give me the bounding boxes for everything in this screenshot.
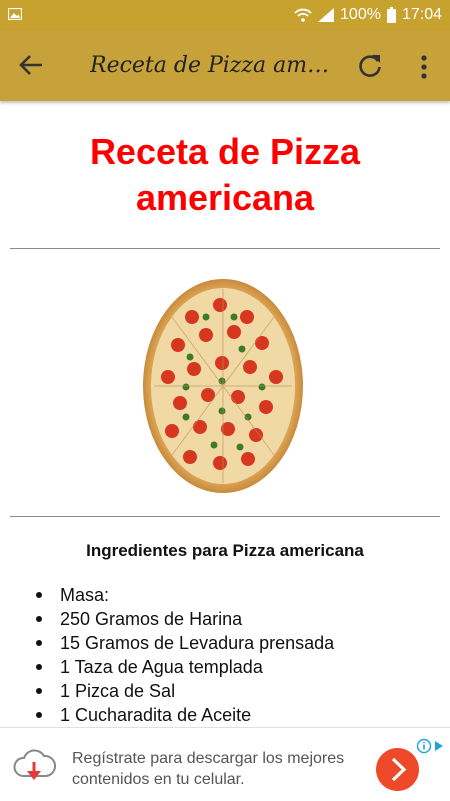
adchoices-icon[interactable] [416, 738, 446, 754]
ad-text[interactable]: Regístrate para descargar los mejores co… [72, 748, 372, 790]
list-item: 15 Gramos de Levadura prensada [36, 631, 334, 655]
wifi-icon [294, 8, 312, 22]
ad-banner[interactable]: Regístrate para descargar los mejores co… [0, 727, 450, 801]
signal-icon [318, 8, 335, 22]
recipe-content[interactable]: Receta de Pizza americana Ingredientes p… [0, 101, 450, 727]
clock: 17:04 [401, 6, 442, 23]
battery-icon [386, 7, 396, 23]
ingredients-list: Masa: 250 Gramos de Harina 15 Gramos de … [36, 583, 334, 727]
divider-top [10, 248, 440, 249]
list-item: 250 Gramos de Harina [36, 607, 334, 631]
recipe-heading: Receta de Pizza americana [89, 131, 361, 218]
refresh-icon[interactable] [356, 52, 384, 80]
cloud-download-icon [13, 749, 56, 780]
ingredients-title: Ingredientes para Pizza americana [86, 541, 364, 560]
list-item: 1 Pizca de Sal [36, 679, 334, 703]
battery-percent: 100% [340, 6, 381, 23]
list-item: 1 Taza de Agua templada [36, 655, 334, 679]
gallery-icon [8, 8, 22, 20]
list-item: Masa: [36, 583, 334, 607]
app-bar-title: Receta de Pizza americana [90, 53, 330, 78]
pizza-image [142, 277, 304, 495]
app-bar: Receta de Pizza americana [0, 30, 450, 101]
chevron-right-icon[interactable] [376, 748, 419, 791]
status-indicators: 100% 17:04 [294, 4, 442, 26]
divider-bottom [10, 516, 440, 517]
more-vert-icon[interactable] [413, 53, 435, 81]
list-item: 1 Cucharadita de Aceite [36, 703, 334, 727]
back-arrow-icon[interactable] [18, 52, 44, 78]
status-bar: 100% 17:04 [0, 0, 450, 30]
